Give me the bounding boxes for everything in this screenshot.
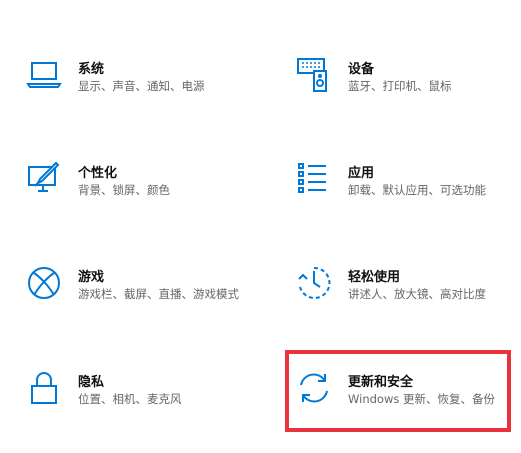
personalization-icon <box>26 161 62 197</box>
tile-title: 轻松使用 <box>348 270 401 285</box>
tile-description: 背景、锁屏、颜色 <box>78 183 170 197</box>
tile-description: 位置、相机、麦克风 <box>78 392 182 406</box>
xbox-icon <box>26 265 62 301</box>
tile-title: 隐私 <box>78 375 105 390</box>
ease-of-access-icon <box>296 265 332 301</box>
tile-title: 系统 <box>78 62 105 77</box>
tile-description: 讲述人、放大镜、高对比度 <box>348 287 486 301</box>
apps-list-icon <box>296 161 332 197</box>
tile-description: 蓝牙、打印机、鼠标 <box>348 79 452 93</box>
laptop-icon <box>26 57 62 93</box>
tile-description: 游戏栏、截屏、直播、游戏模式 <box>78 287 239 301</box>
highlight-box <box>285 350 511 432</box>
tile-description: 显示、声音、通知、电源 <box>78 79 205 93</box>
lock-icon <box>26 370 62 406</box>
tile-description: 卸载、默认应用、可选功能 <box>348 183 486 197</box>
tile-title: 应用 <box>348 166 375 181</box>
tile-title: 设备 <box>348 62 375 77</box>
devices-icon <box>296 57 332 93</box>
tile-title: 个性化 <box>78 166 118 181</box>
tile-title: 游戏 <box>78 270 105 285</box>
